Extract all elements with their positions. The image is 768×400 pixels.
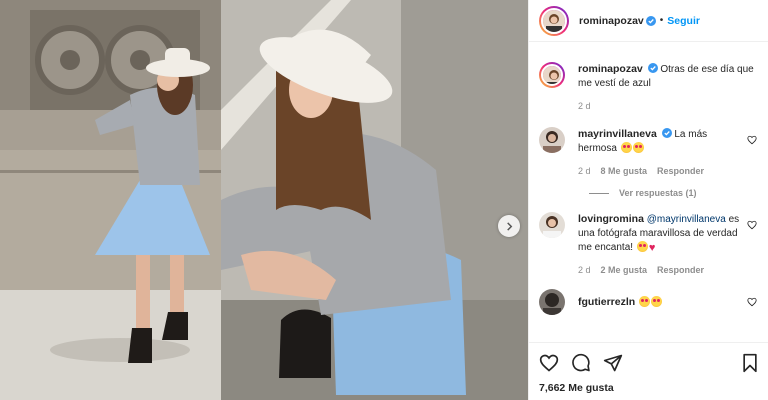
comment-username[interactable]: mayrinvillaneva [578, 128, 657, 140]
comment-likes[interactable]: 8 Me gusta [601, 166, 648, 176]
caption-text: rominapozav Otras de ese día que me vest… [578, 62, 757, 91]
comment-row: fgutierrezln [539, 289, 757, 315]
author-avatar[interactable] [539, 5, 569, 36]
caption-time[interactable]: 2 d [578, 101, 591, 111]
post-photo-crouching [221, 0, 528, 400]
heart-icon[interactable] [747, 220, 757, 230]
comment-text: fgutierrezln [578, 289, 747, 310]
comment-username[interactable]: lovingromina [578, 213, 644, 225]
comments-list: rominapozav Otras de ese día que me vest… [529, 52, 768, 342]
comment-mention[interactable]: @mayrinvillaneva [647, 214, 726, 225]
post-actions: 7,662 Me gusta [529, 342, 768, 400]
commenter-avatar[interactable] [539, 212, 565, 238]
heart-eyes-emoji [650, 296, 662, 307]
post-media[interactable] [0, 0, 528, 400]
post-side-panel: rominapozav • Seguir rominapozav Otras d… [528, 0, 768, 400]
post-photo-standing [0, 0, 221, 400]
commenter-avatar[interactable] [539, 127, 565, 153]
heart-eyes-emoji [632, 142, 644, 153]
bookmark-icon[interactable] [741, 353, 759, 373]
post-header: rominapozav • Seguir [529, 0, 768, 42]
heart-icon[interactable] [747, 135, 757, 145]
comment-meta: 2 d 2 Me gusta Responder [578, 265, 757, 275]
verified-icon [645, 15, 656, 26]
author-avatar-caption[interactable] [539, 62, 565, 88]
caption-meta: 2 d [578, 101, 757, 111]
comment-text: lovingromina @mayrinvillaneva es una fot… [578, 212, 747, 255]
chevron-right-icon [506, 221, 512, 231]
comment-row: mayrinvillaneva La más hermosa [539, 127, 757, 156]
caption-username[interactable]: rominapozav [578, 63, 643, 75]
verified-icon [661, 128, 672, 138]
commenter-avatar[interactable] [539, 289, 565, 315]
carousel-next-button[interactable] [498, 215, 520, 237]
action-icons [539, 353, 759, 373]
comment-likes[interactable]: 2 Me gusta [601, 265, 648, 275]
comment-icon[interactable] [571, 353, 591, 373]
comment-row: lovingromina @mayrinvillaneva es una fot… [539, 212, 757, 255]
heart-icon[interactable] [539, 353, 559, 373]
heart-eyes-emoji [620, 142, 632, 153]
replies-divider [589, 192, 609, 194]
heart-icon[interactable] [747, 297, 757, 307]
author-username[interactable]: rominapozav [579, 15, 644, 27]
separator-dot: • [659, 15, 664, 26]
heart-eyes-emoji [638, 296, 650, 307]
follow-button[interactable]: Seguir [667, 15, 700, 27]
reply-button[interactable]: Responder [657, 166, 704, 176]
comment-meta: 2 d 8 Me gusta Responder [578, 166, 757, 176]
share-icon[interactable] [603, 353, 623, 373]
reply-button[interactable]: Responder [657, 265, 704, 275]
heart-eyes-emoji [636, 241, 648, 252]
view-replies-button[interactable]: Ver respuestas (1) [589, 188, 757, 198]
verified-icon [647, 63, 658, 73]
comment-username[interactable]: fgutierrezln [578, 296, 635, 308]
comment-time[interactable]: 2 d [578, 166, 591, 176]
likes-count[interactable]: 7,662 Me gusta [539, 382, 759, 394]
caption-row: rominapozav Otras de ese día que me vest… [539, 62, 757, 91]
comment-text: mayrinvillaneva La más hermosa [578, 127, 747, 156]
comment-time[interactable]: 2 d [578, 265, 591, 275]
red-heart-emoji: ♥ [648, 242, 656, 254]
view-replies-label: Ver respuestas (1) [619, 188, 697, 198]
